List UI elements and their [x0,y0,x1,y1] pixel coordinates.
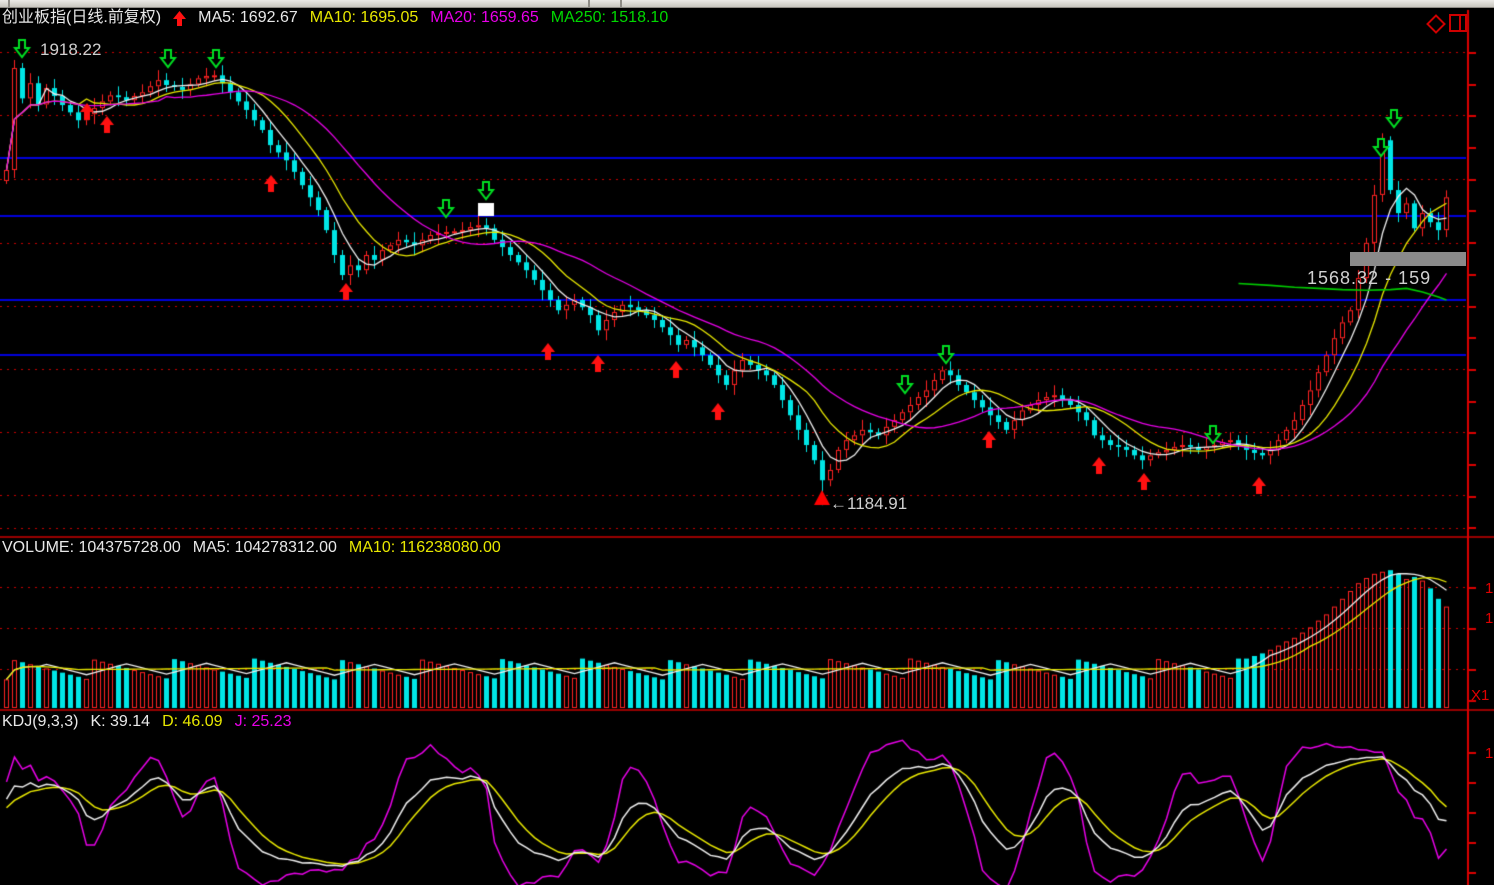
kdj-name: KDJ(9,3,3) [2,713,78,731]
ma10-value: MA10: 1695.05 [310,9,419,27]
toolbar-separator [620,0,622,8]
volume-header: VOLUME: 104375728.00 MA5: 104278312.00 M… [2,539,501,557]
volume-axis-label: 1 [1485,580,1493,597]
toolbar-bottom-edge [0,0,1494,8]
symbol-title: 创业板指(日线.前复权) [2,9,161,27]
volume-ma10-value: MA10: 116238080.00 [349,539,501,557]
low-price-label: ←1184.91 [830,494,907,514]
ma5-value: MA5: 1692.67 [198,9,298,27]
toolbar-separator [588,0,590,8]
kdj-d-value: D: 46.09 [162,713,222,731]
toolbar-separator [8,0,10,8]
volume-ma5-value: MA5: 104278312.00 [193,539,337,557]
range-label: 1568.32 - 159 [1307,268,1431,289]
volume-value: VOLUME: 104375728.00 [2,539,181,557]
kdj-k-value: K: 39.14 [90,713,150,731]
range-highlight-bar [1350,252,1466,266]
volume-axis-label: 1 [1485,610,1493,627]
ma250-value: MA250: 1518.10 [551,9,668,27]
ma20-value: MA20: 1659.65 [430,9,539,27]
kdj-j-value: J: 25.23 [235,713,292,731]
kdj-header: KDJ(9,3,3) K: 39.14 D: 46.09 J: 25.23 [2,713,292,731]
chart-canvas[interactable] [0,0,1494,885]
high-price-label: 1918.22 [40,40,101,60]
split-window-icon[interactable] [1449,14,1467,32]
up-arrow-icon [173,11,186,26]
kdj-axis-label: 1 [1485,745,1493,762]
stock-chart-app: 创业板指(日线.前复权) MA5: 1692.67 MA10: 1695.05 … [0,0,1494,885]
split-window-divider [1459,16,1461,30]
main-chart-header: 创业板指(日线.前复权) MA5: 1692.67 MA10: 1695.05 … [2,9,668,27]
volume-scale-label: X1 [1471,687,1489,704]
